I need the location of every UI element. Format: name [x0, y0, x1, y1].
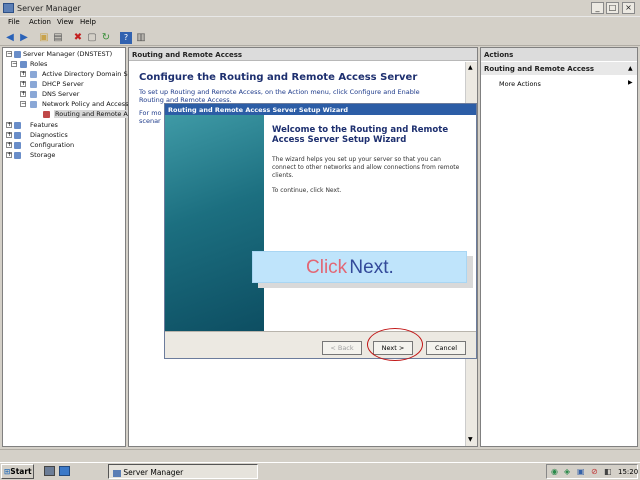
- center-text: For mo: [139, 109, 162, 117]
- tree-root[interactable]: Server Manager (DNSTEST): [23, 50, 112, 58]
- taskbar-server-manager[interactable]: Server Manager: [108, 464, 258, 479]
- system-tray: ◉ ◈ ▣ ⊘ ◧ 15:20: [546, 464, 638, 479]
- tray-security-icon[interactable]: ◈: [564, 467, 570, 476]
- up-icon[interactable]: ▣: [38, 32, 50, 44]
- tree-features[interactable]: Features: [30, 121, 58, 129]
- window-title: Server Manager: [17, 4, 81, 13]
- configuration-icon: [14, 142, 21, 149]
- wizard-continue-text: To continue, click Next.: [272, 187, 342, 194]
- back-icon[interactable]: ◀: [4, 32, 16, 44]
- roles-icon: [20, 61, 27, 68]
- role-icon: [30, 81, 37, 88]
- center-header: Routing and Remote Access: [129, 48, 477, 61]
- center-text: To set up Routing and Remote Access, on …: [139, 88, 420, 96]
- forward-icon[interactable]: ▶: [18, 32, 30, 44]
- cancel-button[interactable]: Cancel: [426, 341, 466, 355]
- tree-role-dns[interactable]: DNS Server: [42, 90, 79, 98]
- setup-wizard-dialog: Routing and Remote Access Server Setup W…: [164, 103, 477, 359]
- wizard-banner-image: [165, 115, 264, 331]
- wizard-body-text: The wizard helps you set up your server …: [272, 156, 460, 179]
- navigation-tree: − Server Manager (DNSTEST) − Roles + Act…: [2, 47, 133, 447]
- actions-header: Actions: [481, 48, 637, 61]
- clock: 15:20: [618, 468, 639, 476]
- status-bar: [0, 449, 640, 461]
- more-actions-item[interactable]: More Actions: [499, 80, 541, 88]
- taskbar: ⊞Start Server Manager ◉ ◈ ▣ ⊘ ◧ 15:20: [0, 462, 640, 480]
- tree-storage[interactable]: Storage: [30, 151, 55, 159]
- page-title: Configure the Routing and Remote Access …: [139, 72, 418, 83]
- actions-section[interactable]: Routing and Remote Access: [481, 62, 637, 75]
- tray-network-icon[interactable]: ◉: [551, 467, 558, 476]
- maximize-button[interactable]: □: [606, 2, 619, 14]
- menu-action[interactable]: Action: [29, 18, 51, 26]
- tray-display-icon[interactable]: ▣: [577, 467, 585, 476]
- routing-icon: [43, 111, 50, 118]
- expand-toggle[interactable]: +: [6, 142, 12, 148]
- role-icon: [30, 71, 37, 78]
- wizard-button-bar: < Back Next > Cancel: [165, 331, 476, 358]
- tray-alert-icon[interactable]: ⊘: [591, 467, 598, 476]
- show-hide-icon[interactable]: ▤: [52, 32, 64, 44]
- wizard-content: Welcome to the Routing and Remote Access…: [264, 115, 476, 331]
- scroll-up-icon[interactable]: ▲: [468, 64, 473, 71]
- tree-roles[interactable]: Roles: [30, 60, 47, 68]
- instruction-overlay: Click Next.: [252, 251, 467, 283]
- role-icon: [30, 101, 37, 108]
- scroll-down-icon[interactable]: ▼: [468, 436, 473, 443]
- toolbar: ◀ ▶ ▣ ▤ ✖ ▢ ↻ ? ▥: [0, 30, 640, 46]
- highlight-circle: [367, 328, 423, 361]
- console-icon[interactable]: ▥: [135, 32, 147, 44]
- window-titlebar: Server Manager _ □ ×: [0, 0, 640, 17]
- expand-toggle[interactable]: +: [20, 91, 26, 97]
- overlay-word-click: Click: [306, 257, 348, 278]
- tree-role-ad[interactable]: Active Directory Domain Se: [42, 70, 132, 78]
- tree-role-dhcp[interactable]: DHCP Server: [42, 80, 84, 88]
- expand-toggle[interactable]: +: [6, 132, 12, 138]
- menu-file[interactable]: File: [8, 18, 20, 26]
- refresh-icon[interactable]: ↻: [100, 32, 112, 44]
- submenu-arrow-icon: ▶: [628, 79, 633, 86]
- minimize-button[interactable]: _: [591, 2, 604, 14]
- properties-icon[interactable]: ▢: [86, 32, 98, 44]
- back-button[interactable]: < Back: [322, 341, 362, 355]
- server-quicklaunch-icon[interactable]: [44, 466, 55, 476]
- collapse-toggle[interactable]: −: [6, 51, 12, 57]
- diagnostics-icon: [14, 132, 21, 139]
- storage-icon: [14, 152, 21, 159]
- menu-help[interactable]: Help: [80, 18, 96, 26]
- tree-routing-remote-access[interactable]: Routing and Remote Ac: [54, 110, 133, 118]
- desktop-quicklaunch-icon[interactable]: [59, 466, 70, 476]
- wizard-title: Routing and Remote Access Server Setup W…: [165, 104, 476, 115]
- actions-pane: Actions Routing and Remote Access ▲ More…: [480, 47, 638, 447]
- delete-icon[interactable]: ✖: [72, 32, 84, 44]
- role-icon: [30, 91, 37, 98]
- server-manager-icon: [113, 469, 121, 477]
- wizard-heading: Welcome to the Routing and Remote Access…: [272, 125, 449, 145]
- server-manager-icon: [3, 3, 14, 13]
- expand-toggle[interactable]: +: [6, 152, 12, 158]
- tree-diagnostics[interactable]: Diagnostics: [30, 131, 68, 139]
- expand-toggle[interactable]: +: [20, 81, 26, 87]
- start-button[interactable]: ⊞Start: [1, 464, 34, 479]
- help-icon[interactable]: ?: [120, 32, 132, 44]
- overlay-word-next: Next.: [349, 257, 394, 278]
- expand-toggle[interactable]: +: [20, 71, 26, 77]
- expand-toggle[interactable]: +: [6, 122, 12, 128]
- center-text: scenar: [139, 117, 161, 125]
- collapse-toggle[interactable]: −: [11, 61, 17, 67]
- collapse-toggle[interactable]: −: [20, 101, 26, 107]
- tray-volume-icon[interactable]: ◧: [604, 467, 612, 476]
- close-button[interactable]: ×: [622, 2, 635, 14]
- features-icon: [14, 122, 21, 129]
- tree-role-npa[interactable]: Network Policy and Access: [42, 100, 129, 108]
- menu-bar: File Action View Help: [0, 17, 640, 29]
- collapse-up-icon[interactable]: ▲: [628, 65, 633, 72]
- tree-configuration[interactable]: Configuration: [30, 141, 74, 149]
- server-icon: [14, 51, 21, 58]
- menu-view[interactable]: View: [57, 18, 74, 26]
